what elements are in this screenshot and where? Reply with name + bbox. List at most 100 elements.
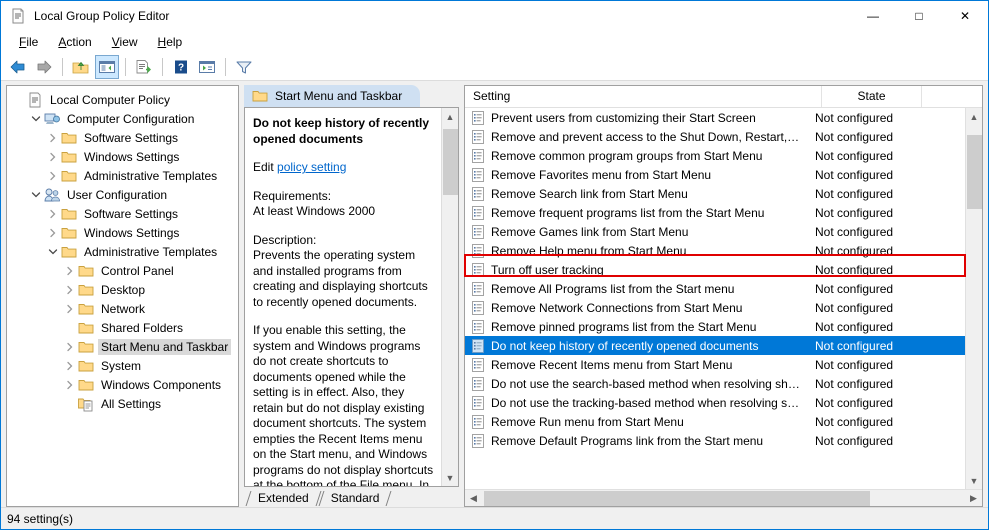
tree-item-windows-settings[interactable]: Windows Settings: [7, 147, 238, 166]
chevron-right-icon[interactable]: [45, 206, 61, 222]
scroll-down-icon[interactable]: ▼: [442, 469, 459, 486]
computer-icon: [44, 113, 60, 124]
table-row[interactable]: Remove Run menu from Start Menu Not confi…: [465, 412, 965, 431]
chevron-down-icon[interactable]: [28, 111, 44, 127]
chevron-right-icon[interactable]: [45, 168, 61, 184]
tree-item-local-computer-policy[interactable]: Local Computer Policy: [7, 90, 238, 109]
back-button[interactable]: [6, 55, 30, 79]
minimize-button[interactable]: —: [850, 1, 896, 31]
tree-item-windows-settings[interactable]: Windows Settings: [7, 223, 238, 242]
chevron-right-icon[interactable]: [45, 130, 61, 146]
details-tab-header[interactable]: Start Menu and Taskbar: [244, 85, 421, 107]
settings-scroll-track[interactable]: [966, 125, 983, 472]
tree-item-network[interactable]: Network: [7, 299, 238, 318]
settings-horizontal-scrollbar[interactable]: ◀ ▶: [465, 489, 982, 506]
details-tab-standard[interactable]: Standard: [319, 490, 390, 507]
maximize-button[interactable]: □: [896, 1, 942, 31]
setting-name: Remove Search link from Start Menu: [491, 186, 688, 201]
show-hide-tree-button[interactable]: [95, 54, 119, 79]
details-tab-extended[interactable]: Extended: [246, 490, 319, 507]
properties-button[interactable]: [195, 55, 219, 79]
menu-help[interactable]: Help: [148, 33, 193, 51]
chevron-down-icon[interactable]: [28, 187, 44, 203]
folder-icon: [78, 379, 94, 390]
policy-setting-link[interactable]: policy setting: [277, 160, 346, 174]
settings-vertical-scrollbar[interactable]: ▲ ▼: [965, 108, 982, 489]
menu-view[interactable]: View: [102, 33, 148, 51]
main-body: Local Computer Policy Computer Configurat…: [1, 81, 988, 507]
table-row[interactable]: Remove frequent programs list from the S…: [465, 203, 965, 222]
table-row[interactable]: Remove Recent Items menu from Start Menu…: [465, 355, 965, 374]
chevron-right-icon[interactable]: [62, 358, 78, 374]
column-header-state[interactable]: State: [822, 86, 922, 107]
tree-item-all-settings[interactable]: All Settings: [7, 394, 238, 413]
setting-name: Remove frequent programs list from the S…: [491, 205, 765, 220]
tree-item-administrative-templates[interactable]: Administrative Templates: [7, 242, 238, 261]
filter-button[interactable]: [232, 55, 256, 79]
chevron-right-icon[interactable]: [62, 263, 78, 279]
tree-item-control-panel[interactable]: Control Panel: [7, 261, 238, 280]
tree-item-user-configuration[interactable]: User Configuration: [7, 185, 238, 204]
status-text: 94 setting(s): [7, 511, 74, 526]
help-button[interactable]: ?: [169, 55, 193, 79]
tree-item-desktop[interactable]: Desktop: [7, 280, 238, 299]
table-row[interactable]: Remove pinned programs list from the Sta…: [465, 317, 965, 336]
details-vertical-scrollbar[interactable]: ▲ ▼: [441, 108, 458, 486]
tree-item-label: Shared Folders: [101, 320, 184, 335]
scroll-down-icon[interactable]: ▼: [966, 472, 983, 489]
table-row[interactable]: Turn off user tracking Not configured: [465, 260, 965, 279]
chevron-right-icon[interactable]: [62, 282, 78, 298]
table-row[interactable]: Do not keep history of recently opened d…: [465, 336, 965, 355]
table-row[interactable]: Remove Favorites menu from Start Menu Not…: [465, 165, 965, 184]
setting-name: Remove Help menu from Start Menu: [491, 243, 687, 258]
table-row[interactable]: Do not use the tracking-based method whe…: [465, 393, 965, 412]
table-row[interactable]: Prevent users from customizing their Sta…: [465, 108, 965, 127]
details-scroll-track[interactable]: [442, 125, 459, 469]
table-row[interactable]: Do not use the search-based method when …: [465, 374, 965, 393]
tree-item-computer-configuration[interactable]: Computer Configuration: [7, 109, 238, 128]
close-button[interactable]: ✕: [942, 1, 988, 31]
scroll-right-icon[interactable]: ▶: [965, 490, 982, 507]
policy-setting-icon: [472, 281, 484, 296]
export-list-button[interactable]: [132, 55, 156, 79]
tree-item-start-menu-and-taskbar[interactable]: Start Menu and Taskbar: [7, 337, 238, 356]
details-scroll-thumb[interactable]: [442, 129, 458, 195]
column-header-setting[interactable]: Setting: [465, 86, 822, 107]
settings-rows[interactable]: Prevent users from customizing their Sta…: [465, 108, 965, 489]
tree-item-software-settings[interactable]: Software Settings: [7, 128, 238, 147]
navigation-tree-pane[interactable]: Local Computer Policy Computer Configurat…: [6, 85, 239, 507]
up-folder-button[interactable]: [69, 55, 93, 79]
toolbar-separator: [125, 57, 126, 76]
settings-scroll-thumb[interactable]: [966, 135, 982, 209]
title-bar: Local Group Policy Editor — □ ✕: [1, 1, 988, 31]
table-row[interactable]: Remove All Programs list from the Start …: [465, 279, 965, 298]
tree-item-shared-folders[interactable]: Shared Folders: [7, 318, 238, 337]
table-row[interactable]: Remove Network Connections from Start Me…: [465, 298, 965, 317]
scroll-left-icon[interactable]: ◀: [465, 490, 482, 507]
scroll-up-icon[interactable]: ▲: [966, 108, 983, 125]
chevron-right-icon[interactable]: [45, 149, 61, 165]
table-row[interactable]: Remove Default Programs link from the St…: [465, 431, 965, 450]
chevron-down-icon[interactable]: [45, 244, 61, 260]
table-row[interactable]: Remove common program groups from Start …: [465, 146, 965, 165]
chevron-right-icon[interactable]: [45, 225, 61, 241]
menu-file[interactable]: File: [9, 33, 48, 51]
tree-item-software-settings[interactable]: Software Settings: [7, 204, 238, 223]
table-row[interactable]: Remove Help menu from Start Menu Not conf…: [465, 241, 965, 260]
tree-item-administrative-templates[interactable]: Administrative Templates: [7, 166, 238, 185]
tree-item-windows-components[interactable]: Windows Components: [7, 375, 238, 394]
settings-hscroll-thumb[interactable]: [484, 490, 870, 506]
scroll-up-icon[interactable]: ▲: [442, 108, 459, 125]
table-row[interactable]: Remove Games link from Start Menu Not con…: [465, 222, 965, 241]
menu-action[interactable]: Action: [48, 33, 101, 51]
table-row[interactable]: Remove and prevent access to the Shut Do…: [465, 127, 965, 146]
chevron-right-icon[interactable]: [62, 339, 78, 355]
table-row[interactable]: Remove Search link from Start Menu Not co…: [465, 184, 965, 203]
tree-item-system[interactable]: System: [7, 356, 238, 375]
tree-item-label: User Configuration: [67, 187, 168, 202]
settings-hscroll-track[interactable]: [482, 490, 965, 507]
chevron-right-icon[interactable]: [62, 377, 78, 393]
tree-item-label: Desktop: [101, 282, 146, 297]
forward-button[interactable]: [32, 55, 56, 79]
chevron-right-icon[interactable]: [62, 301, 78, 317]
